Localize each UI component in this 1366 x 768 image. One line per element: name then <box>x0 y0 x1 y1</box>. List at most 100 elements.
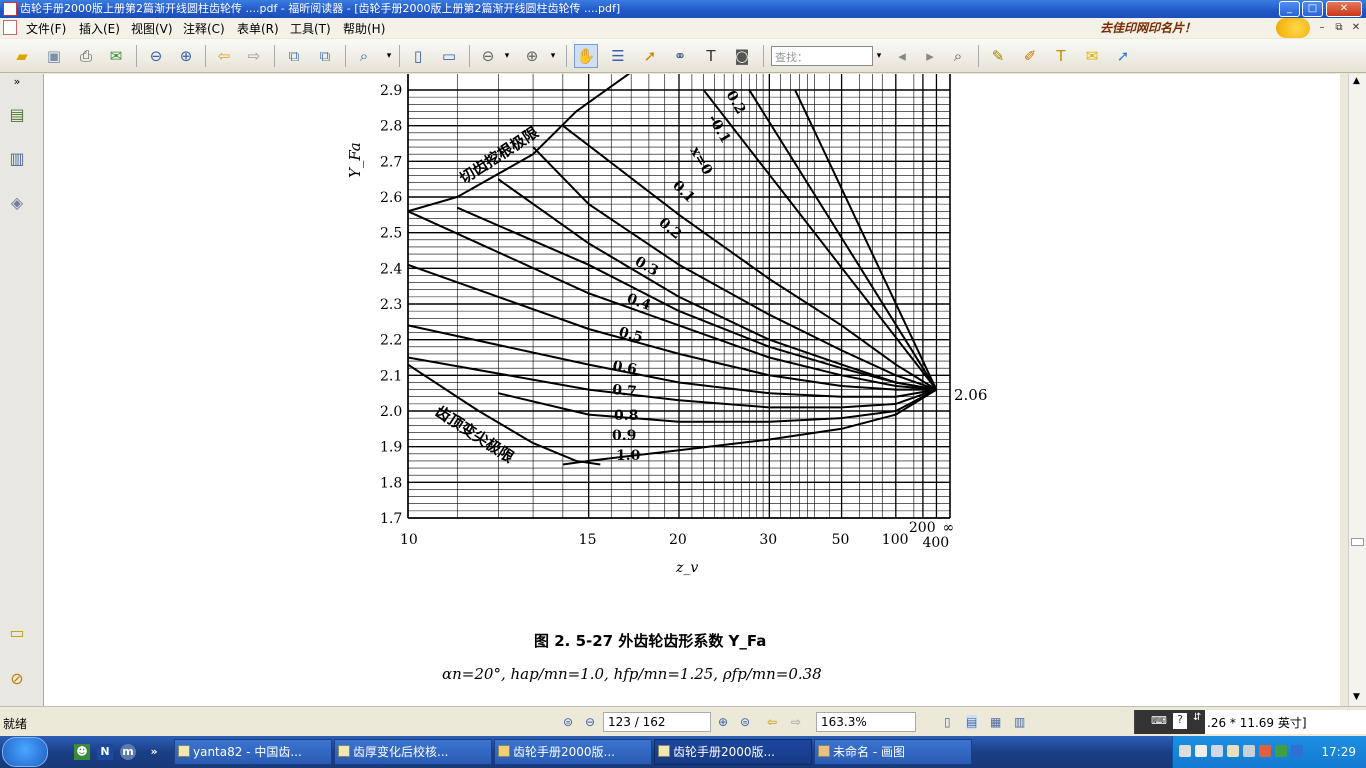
scrollbar-thumb[interactable] <box>1351 538 1364 546</box>
fit-page-icon[interactable]: ▯ <box>406 44 430 68</box>
history-forward-icon[interactable]: ⇨ <box>791 715 801 729</box>
facing-view-icon[interactable]: ▦ <box>990 715 1001 729</box>
continuous-view-icon[interactable]: ▤ <box>966 715 978 729</box>
input-toggle-icon[interactable]: ⇵ <box>1193 712 1201 723</box>
tray-app-icon[interactable] <box>1179 745 1191 757</box>
app-icon[interactable] <box>3 2 17 16</box>
menu-annotate[interactable]: 注释(C) <box>183 20 225 37</box>
advanced-search-icon[interactable]: ⌕ <box>946 44 970 68</box>
previous-page-icon[interactable]: ⊖ <box>144 44 168 68</box>
find-next-icon[interactable]: ▸ <box>918 44 942 68</box>
zoom-in-icon[interactable]: ⌕ <box>352 44 376 68</box>
continuous-facing-view-icon[interactable]: ▥ <box>1014 715 1025 729</box>
task-label: 齿轮手册2000版... <box>513 745 615 759</box>
snapshot-camera-icon[interactable]: ◙ <box>730 44 754 68</box>
task-button-paint[interactable]: 未命名 - 画图 <box>814 739 972 765</box>
task-button-browser[interactable]: yanta82 - 中国齿... <box>174 739 332 765</box>
zoom-out-icon[interactable]: ⊖ <box>476 44 500 68</box>
bookmarks-icon[interactable]: ▤ <box>6 102 28 126</box>
task-button-folder[interactable]: 齿轮手册2000版... <box>494 739 652 765</box>
x-axis-label: z_v <box>675 560 698 576</box>
help-icon[interactable]: ? <box>1173 713 1187 729</box>
tray-monitor-icon[interactable] <box>1243 745 1255 757</box>
pages-thumbnail-icon[interactable]: ▥ <box>6 146 28 170</box>
quicklaunch-overflow-icon[interactable]: » <box>146 744 162 760</box>
start-button[interactable] <box>2 737 48 767</box>
status-text: 就绪 <box>3 717 28 731</box>
save-icon[interactable]: ▣ <box>42 44 66 68</box>
find-binoculars-icon[interactable]: ⚭ <box>668 44 692 68</box>
zoom-plus-icon[interactable]: ⊕ <box>520 44 544 68</box>
vertical-scrollbar[interactable]: ▲ ▼ <box>1348 74 1366 706</box>
zoom-level-field[interactable]: 163.3% <box>816 712 916 732</box>
history-back-icon[interactable]: ⇦ <box>767 715 777 729</box>
quicklaunch-m-icon[interactable]: m <box>120 744 136 760</box>
last-page-icon[interactable]: ⊜ <box>740 715 750 729</box>
open-folder-icon[interactable]: ▰ <box>10 44 34 68</box>
document-view[interactable]: 2.9 2.8 2.7 2.6 2.5 2.4 2.3 2.2 2.1 2.0 1.9 1.8 1.7 … <box>44 74 1340 706</box>
mdi-close-button[interactable]: ✕ <box>1348 21 1364 35</box>
next-page-icon[interactable]: ⊕ <box>174 44 198 68</box>
gear-form-factor-chart: 2.92.82.72.62.52.42.32.22.12.01.91.81.7 … <box>346 74 987 683</box>
quicklaunch-user-icon[interactable]: ☻ <box>74 744 90 760</box>
extract-pages-icon[interactable]: ⧉ <box>282 44 306 68</box>
scroll-down-icon[interactable]: ▼ <box>1353 692 1360 702</box>
quicklaunch-n-icon[interactable]: N <box>97 744 113 760</box>
tray-security-icon[interactable] <box>1291 745 1303 757</box>
tray-shield-icon[interactable] <box>1275 745 1287 757</box>
zoom-dropdown-icon[interactable]: ▾ <box>382 44 396 68</box>
prev-page-icon[interactable]: ⊖ <box>585 715 595 729</box>
text-box-icon[interactable]: T <box>1049 44 1073 68</box>
single-page-view-icon[interactable]: ▯ <box>944 715 951 729</box>
menu-help[interactable]: 帮助(H) <box>343 20 385 37</box>
expand-panel-icon[interactable]: » <box>6 74 28 88</box>
select-pointer-icon[interactable]: ➚ <box>638 44 662 68</box>
attachments-icon[interactable]: ⊘ <box>6 666 28 690</box>
title-bar[interactable]: 齿轮手册2000版上册第2篇渐开线圆柱齿轮传 ....pdf - 福昕阅读器 -… <box>0 0 1366 18</box>
forward-arrow-icon[interactable]: ⇨ <box>242 44 266 68</box>
page-number-field[interactable]: 123 / 162 <box>603 712 711 732</box>
tray-antivirus-icon[interactable] <box>1259 745 1271 757</box>
typewriter-icon[interactable]: T <box>699 44 723 68</box>
email-icon[interactable]: ✉ <box>104 44 128 68</box>
menu-form[interactable]: 表单(R) <box>237 20 279 37</box>
x-tick-label: 10 <box>400 532 418 548</box>
task-button-pdf-reader[interactable]: 齿轮手册2000版... <box>654 739 812 765</box>
highlight-tool-icon[interactable]: ✎ <box>986 44 1010 68</box>
keyboard-icon[interactable]: ⌨ <box>1151 714 1167 727</box>
note-comment-icon[interactable]: ✉ <box>1080 44 1104 68</box>
arrow-tool-icon[interactable]: ➚ <box>1111 44 1135 68</box>
insert-pages-icon[interactable]: ⧉ <box>313 44 337 68</box>
select-text-icon[interactable]: ☰ <box>606 44 630 68</box>
maximize-button[interactable]: □ <box>1302 1 1323 17</box>
menu-view[interactable]: 视图(V) <box>131 20 173 37</box>
fit-width-icon[interactable]: ▭ <box>437 44 461 68</box>
menu-insert[interactable]: 插入(E) <box>79 20 120 37</box>
menu-tools[interactable]: 工具(T) <box>290 20 331 37</box>
zoom-out-dropdown-icon[interactable]: ▾ <box>500 44 514 68</box>
mdi-restore-button[interactable]: ⧉ <box>1331 21 1347 35</box>
print-icon[interactable]: ⎙ <box>74 44 98 68</box>
scroll-up-icon[interactable]: ▲ <box>1353 76 1360 86</box>
document-icon[interactable] <box>3 20 17 35</box>
find-previous-icon[interactable]: ◂ <box>890 44 914 68</box>
search-dropdown-icon[interactable]: ▾ <box>873 44 885 68</box>
zoom-plus-dropdown-icon[interactable]: ▾ <box>546 44 560 68</box>
menu-file[interactable]: 文件(F) <box>26 20 66 37</box>
search-input[interactable]: 查找： <box>771 46 873 66</box>
tray-network-2-icon[interactable] <box>1211 745 1223 757</box>
tray-volume-icon[interactable] <box>1227 745 1239 757</box>
comments-icon[interactable]: ▭ <box>6 620 28 644</box>
close-button[interactable]: ✕ <box>1326 1 1362 17</box>
hand-tool-icon[interactable]: ✋ <box>574 44 598 68</box>
task-button-browser-2[interactable]: 齿厚变化后校核... <box>334 739 492 765</box>
back-arrow-icon[interactable]: ⇦ <box>212 44 236 68</box>
pencil-tool-icon[interactable]: ✐ <box>1018 44 1042 68</box>
next-page-status-icon[interactable]: ⊕ <box>718 715 728 729</box>
tray-network-icon[interactable] <box>1195 745 1207 757</box>
minimize-button[interactable]: _ <box>1279 1 1300 17</box>
ad-banner[interactable]: 去佳印网印名片！ <box>1100 19 1290 37</box>
first-page-icon[interactable]: ⊜ <box>563 715 573 729</box>
mdi-minimize-button[interactable]: – <box>1314 21 1330 35</box>
layers-icon[interactable]: ◈ <box>6 190 28 214</box>
